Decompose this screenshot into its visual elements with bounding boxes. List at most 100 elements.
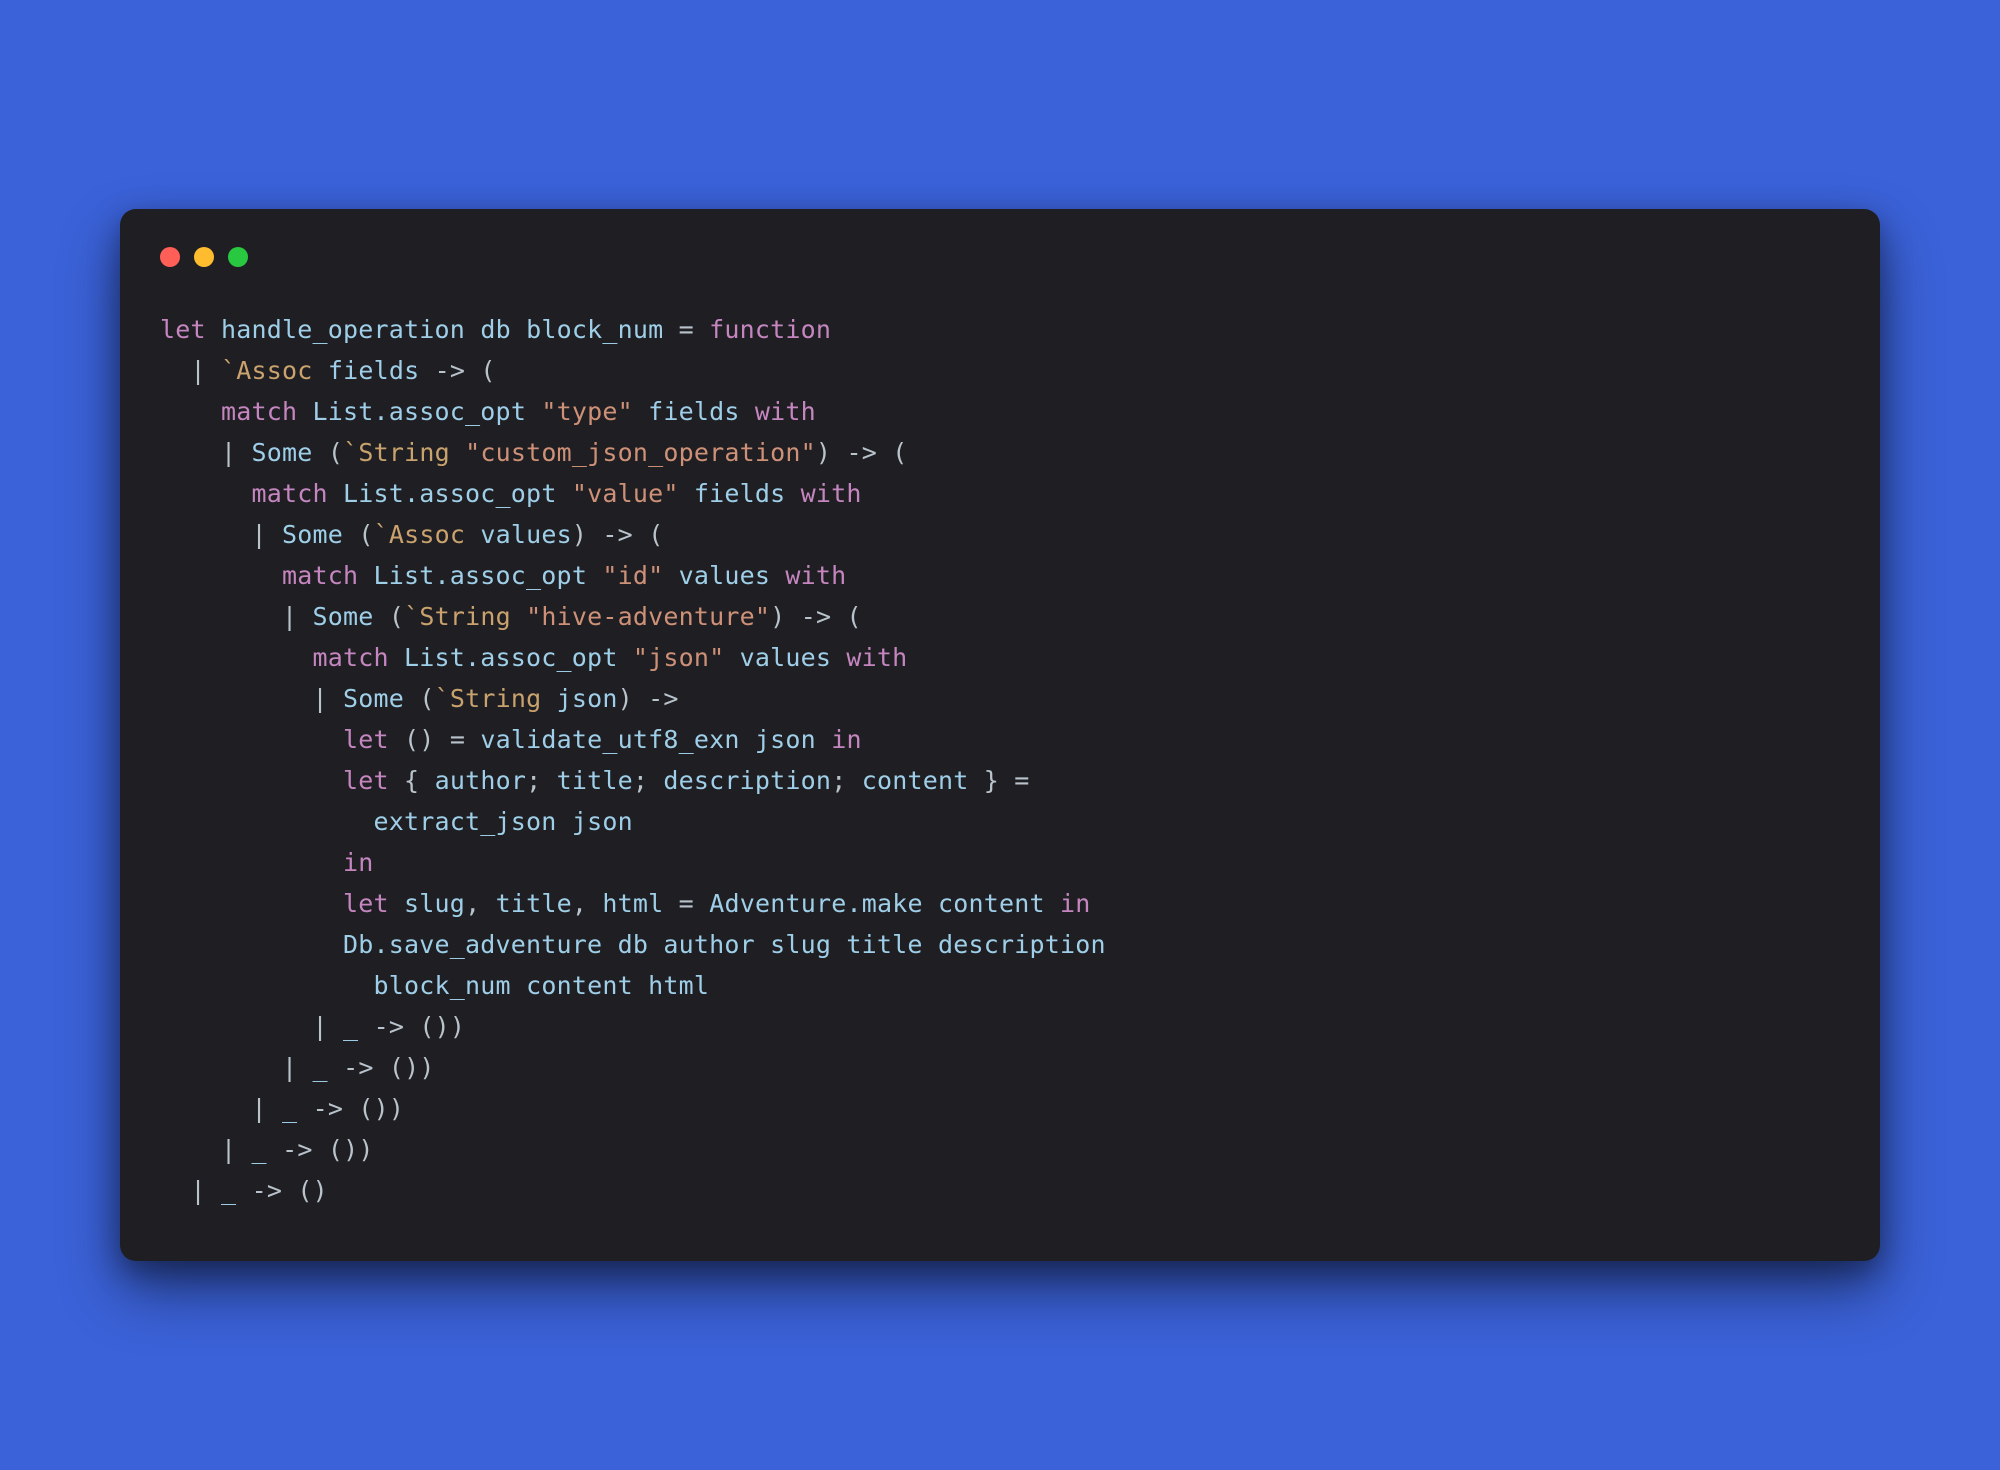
unit-close: ()) [328,1135,374,1164]
paren-close: ) [618,684,633,713]
id-values: values [679,561,771,590]
paren-open: ( [480,356,495,385]
id-title: title [846,930,922,959]
unit: () [404,725,435,754]
arrow: -> [435,356,466,385]
comma: , [572,889,587,918]
zoom-icon[interactable] [228,247,248,267]
id-values: values [740,643,832,672]
pipe: | [313,684,328,713]
kw-in: in [1060,889,1091,918]
arrow: -> [313,1094,344,1123]
kw-with: with [755,397,816,426]
eq: = [1014,766,1029,795]
id-json: json [557,684,618,713]
str-value: "value" [572,479,679,508]
id-fields: fields [694,479,786,508]
str-type: "type" [541,397,633,426]
kw-match: match [282,561,358,590]
field-description: description [663,766,831,795]
ctor-some: Some [343,684,404,713]
tag-string: `String [404,602,511,631]
field-author: author [435,766,527,795]
arrow: -> [343,1053,374,1082]
id-author: author [663,930,755,959]
paren-close: ) [572,520,587,549]
tag-string: `String [343,438,450,467]
paren-open: ( [328,438,343,467]
pipe: | [282,1053,297,1082]
ctor-some: Some [313,602,374,631]
ctor-some: Some [252,438,313,467]
arrow: -> [846,438,877,467]
call-list-assoc-opt: List.assoc_opt [313,397,527,426]
kw-function: function [709,315,831,344]
code-block: let handle_operation db block_num = func… [160,309,1840,1211]
code-window: let handle_operation db block_num = func… [120,209,1880,1261]
str-custom-json-operation: "custom_json_operation" [465,438,816,467]
paren-open: ( [419,684,434,713]
brace-close: } [984,766,999,795]
paren-open: ( [648,520,663,549]
pipe: | [221,1135,236,1164]
field-content: content [862,766,969,795]
pipe: | [221,438,236,467]
arrow: -> [602,520,633,549]
kw-in: in [343,848,374,877]
wildcard: _ [252,1135,267,1164]
eq: = [679,315,694,344]
id-html: html [648,971,709,1000]
pipe: | [313,1012,328,1041]
call-list-assoc-opt: List.assoc_opt [343,479,557,508]
semi: ; [526,766,541,795]
kw-with: with [801,479,862,508]
id-content: content [938,889,1045,918]
paren-open: ( [358,520,373,549]
fn-handle-operation: handle_operation [221,315,465,344]
kw-let: let [343,889,389,918]
id-slug: slug [404,889,465,918]
pipe: | [252,520,267,549]
id-fields: fields [328,356,420,385]
kw-let: let [160,315,206,344]
paren-close: ) [816,438,831,467]
id-fields: fields [648,397,740,426]
id-block-num: block_num [374,971,511,1000]
param-block-num: block_num [526,315,663,344]
str-json: "json" [633,643,725,672]
id-slug: slug [770,930,831,959]
kw-match: match [221,397,297,426]
param-db: db [480,315,511,344]
id-db: db [618,930,649,959]
wildcard: _ [282,1094,297,1123]
tag-assoc: `Assoc [374,520,466,549]
str-id: "id" [602,561,663,590]
arrow: -> [801,602,832,631]
pipe: | [252,1094,267,1123]
wildcard: _ [221,1176,236,1205]
arrow: -> [648,684,679,713]
kw-match: match [313,643,389,672]
pipe: | [282,602,297,631]
tag-string: `String [435,684,542,713]
ctor-some: Some [282,520,343,549]
call-list-assoc-opt: List.assoc_opt [374,561,588,590]
id-content: content [526,971,633,1000]
pipe: | [191,1176,206,1205]
id-values: values [480,520,572,549]
tag-assoc: `Assoc [221,356,313,385]
id-json: json [572,807,633,836]
kw-with: with [785,561,846,590]
close-icon[interactable] [160,247,180,267]
call-list-assoc-opt: List.assoc_opt [404,643,618,672]
str-hive-adventure: "hive-adventure" [526,602,770,631]
pipe: | [191,356,206,385]
kw-let: let [343,725,389,754]
semi: ; [633,766,648,795]
window-titlebar [160,247,1840,267]
minimize-icon[interactable] [194,247,214,267]
eq: = [679,889,694,918]
arrow: -> [252,1176,283,1205]
kw-in: in [831,725,862,754]
semi: ; [831,766,846,795]
